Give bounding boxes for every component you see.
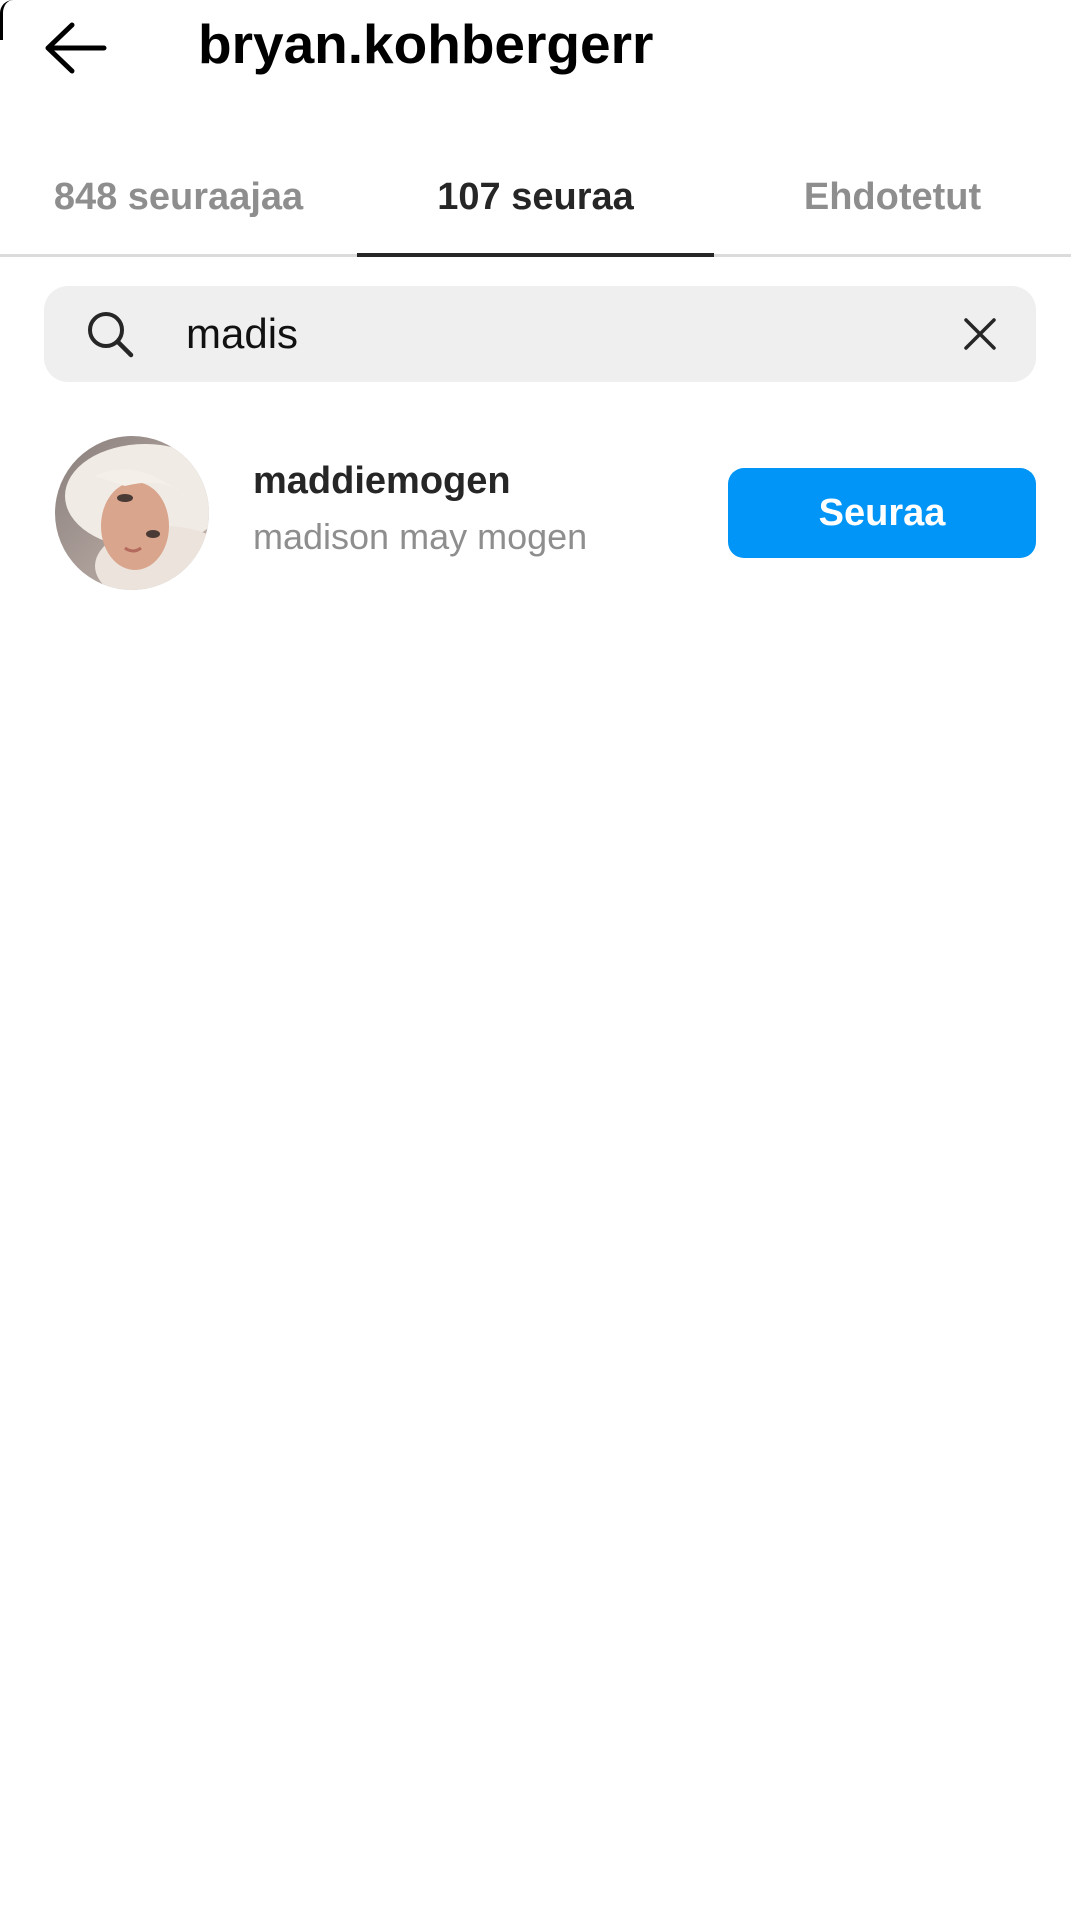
- tab-followers[interactable]: 848 seuraajaa: [0, 140, 357, 254]
- close-icon: [964, 318, 996, 350]
- back-button[interactable]: [30, 10, 120, 86]
- search-icon: [88, 312, 134, 358]
- username[interactable]: maddiemogen: [253, 460, 511, 503]
- full-name: madison may mogen: [253, 516, 588, 557]
- list-item[interactable]: maddiemogen madison may mogen Seuraa: [0, 430, 1071, 600]
- search-bar: [44, 286, 1036, 382]
- follow-button[interactable]: Seuraa: [728, 468, 1036, 558]
- clear-search-button[interactable]: [950, 304, 1010, 364]
- tab-suggested[interactable]: Ehdotetut: [714, 140, 1071, 254]
- arrow-left-icon: [45, 22, 107, 74]
- search-input[interactable]: [176, 286, 936, 382]
- tab-following[interactable]: 107 seuraa: [357, 140, 714, 257]
- tab-bar: 848 seuraajaa 107 seuraa Ehdotetut: [0, 140, 1071, 257]
- avatar[interactable]: [55, 436, 209, 590]
- header: bryan.kohbergerr: [0, 0, 1071, 100]
- page-title: bryan.kohbergerr: [198, 13, 654, 75]
